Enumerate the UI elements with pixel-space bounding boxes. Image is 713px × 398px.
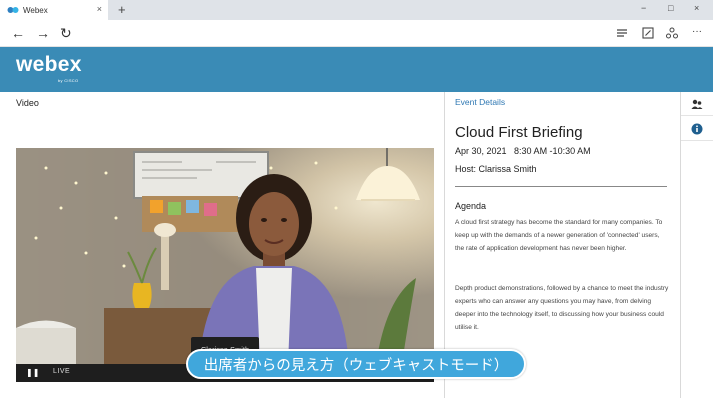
notes-icon[interactable] (641, 26, 655, 40)
new-tab-button[interactable]: + (118, 2, 126, 17)
agenda-heading: Agenda (455, 201, 487, 211)
share-icon[interactable] (665, 26, 679, 40)
video-player[interactable] (16, 148, 434, 364)
webex-header: webex by CISCO (0, 47, 713, 92)
agenda-paragraph-1: A cloud first strategy has become the st… (455, 219, 663, 252)
webex-logo: webex (16, 53, 82, 76)
info-button[interactable] (681, 117, 713, 141)
close-window-button[interactable]: × (694, 3, 699, 13)
more-options-icon[interactable]: ··· (692, 26, 702, 37)
reading-list-icon[interactable] (615, 26, 629, 40)
side-rail (680, 92, 713, 398)
refresh-icon[interactable]: ↻ (60, 25, 72, 42)
back-icon[interactable]: ← (11, 25, 25, 41)
webex-logo-subtitle: by CISCO (58, 78, 79, 83)
details-divider (455, 186, 667, 187)
webex-logo-icon (7, 7, 19, 13)
tab-close-icon[interactable]: × (97, 4, 102, 14)
participants-button[interactable] (681, 92, 713, 116)
live-indicator: LIVE (53, 368, 71, 375)
maximize-button[interactable]: □ (668, 3, 673, 13)
info-icon (691, 123, 703, 134)
event-details-tab[interactable]: Event Details (455, 97, 505, 107)
tab-title: Webex (23, 5, 48, 15)
browser-toolbar: ← → ↻ ··· (0, 20, 713, 47)
browser-tab-bar: Webex × + − □ × (0, 0, 713, 20)
video-frame-image (16, 148, 434, 364)
browser-tab-webex[interactable]: Webex × (0, 0, 108, 20)
event-title: Cloud First Briefing (455, 124, 583, 141)
participants-icon (691, 99, 703, 109)
minimize-button[interactable]: − (641, 3, 646, 13)
video-panel-label: Video (16, 98, 39, 108)
event-date: Apr 30, 2021 8:30 AM -10:30 AM (455, 146, 591, 156)
agenda-paragraph-2: Depth product demonstrations, followed b… (455, 285, 669, 331)
pause-icon[interactable]: ❚❚ (26, 368, 39, 377)
webcast-mode-callout: 出席者からの見え方（ウェブキャストモード） (186, 349, 526, 379)
forward-icon[interactable]: → (36, 25, 50, 41)
event-host: Host: Clarissa Smith (455, 164, 537, 174)
